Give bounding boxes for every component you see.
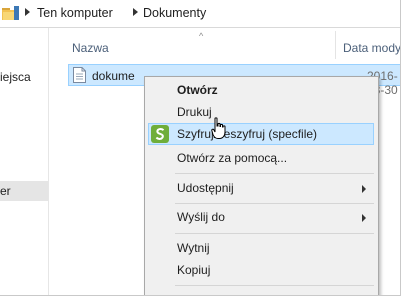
navigation-pane: iejsca er: [0, 28, 49, 295]
breadcrumb-item-computer[interactable]: Ten komputer: [37, 6, 113, 20]
folder-icon: [2, 6, 19, 20]
menu-item-share[interactable]: Udostępnij: [177, 181, 234, 195]
menu-item-print[interactable]: Drukuj: [177, 105, 212, 119]
menu-separator: [175, 233, 374, 234]
breadcrumb-chevron-icon[interactable]: [25, 8, 30, 16]
menu-separator: [175, 173, 374, 174]
chevron-right-icon: [362, 214, 366, 222]
column-header-date[interactable]: Data mody: [343, 41, 400, 55]
menu-separator: [175, 285, 374, 286]
chevron-right-icon: [362, 185, 366, 193]
sort-ascending-icon: ^: [199, 31, 204, 41]
menu-item-open-with[interactable]: Otwórz za pomocą...: [177, 151, 287, 165]
menu-item-open[interactable]: Otwórz: [177, 83, 218, 97]
explorer-window: Ten komputer Dokumenty iejsca er ^ Nazwa…: [0, 0, 401, 296]
context-menu: Otwórz Drukuj Szyfruj/deszyfruj (specfil…: [144, 76, 379, 295]
document-icon: [73, 67, 86, 83]
nav-item-selected-label[interactable]: er: [0, 184, 11, 198]
breadcrumb-item-documents[interactable]: Dokumenty: [143, 6, 206, 20]
menu-item-copy[interactable]: Kopiuj: [177, 263, 210, 277]
nav-item-places[interactable]: iejsca: [0, 70, 31, 84]
address-bar[interactable]: Ten komputer Dokumenty: [0, 0, 400, 28]
column-header-name[interactable]: Nazwa: [72, 41, 109, 55]
hand-cursor-icon: [211, 117, 226, 139]
column-divider[interactable]: [335, 31, 336, 59]
menu-item-encrypt[interactable]: Szyfruj/deszyfruj (specfile): [177, 127, 317, 141]
file-name[interactable]: dokume: [92, 69, 135, 83]
menu-item-cut[interactable]: Wytnij: [177, 241, 210, 255]
specfile-icon: [151, 125, 169, 143]
menu-item-send-to[interactable]: Wyślij do: [177, 210, 225, 224]
breadcrumb-chevron-icon[interactable]: [133, 8, 138, 16]
menu-separator: [175, 203, 374, 204]
